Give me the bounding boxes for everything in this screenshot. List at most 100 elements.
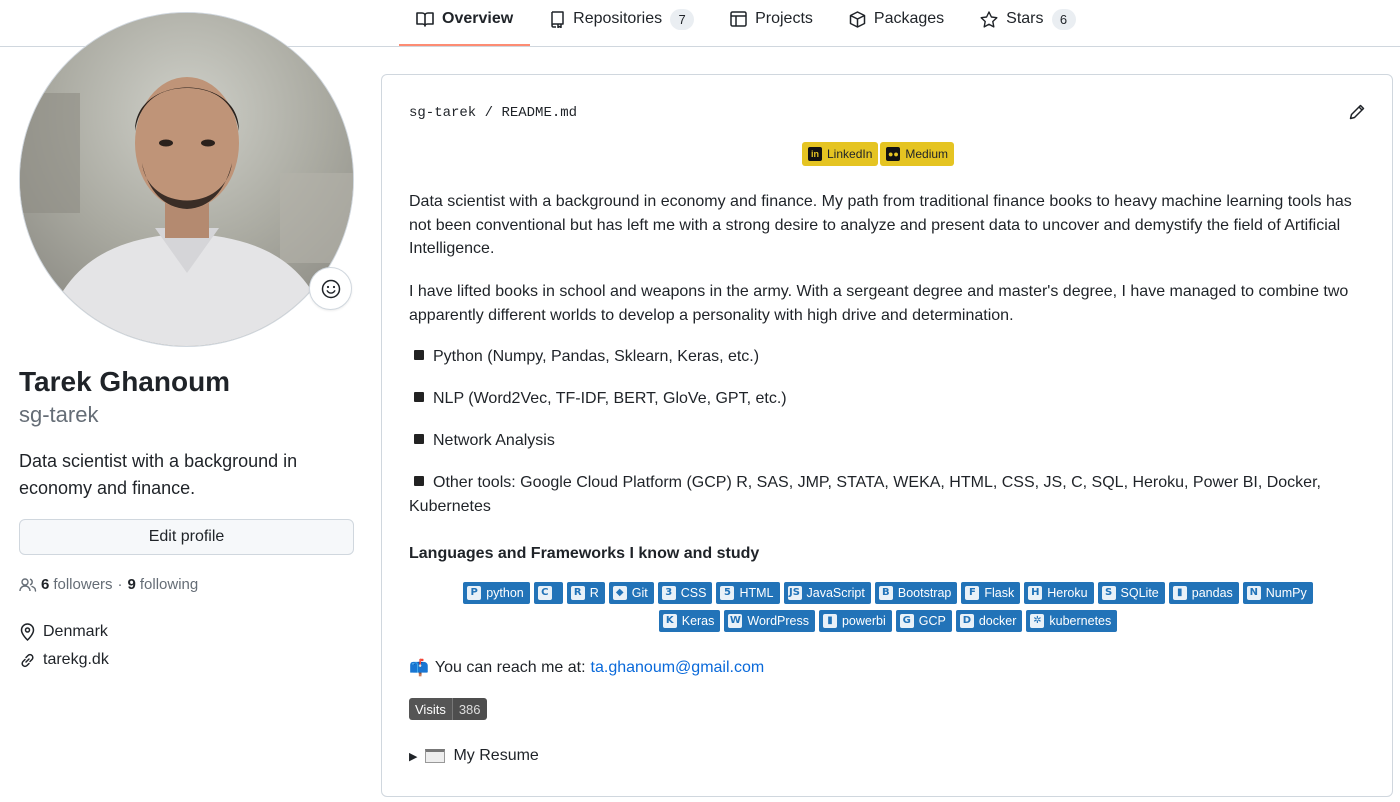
skill-text: NLP (Word2Vec, TF-IDF, BERT, GloVe, GPT,… bbox=[433, 390, 787, 407]
tech-icon: H bbox=[1028, 586, 1043, 600]
tech-badge[interactable]: Ppython bbox=[463, 582, 530, 604]
linkedin-icon: in bbox=[808, 147, 822, 161]
tab-label: Overview bbox=[442, 10, 514, 27]
profile-location: Denmark bbox=[19, 623, 108, 641]
scroll-icon bbox=[425, 749, 446, 763]
tech-badge[interactable]: 5 HTML bbox=[716, 582, 780, 604]
tech-badge[interactable]: ◆ Git bbox=[608, 582, 654, 604]
tech-badge[interactable]: ▮ pandas bbox=[1168, 582, 1239, 604]
tech-badge[interactable]: ✲ kubernetes bbox=[1026, 610, 1118, 632]
social-badges: in LinkedIn ●● Medium bbox=[802, 142, 955, 166]
separator-dot: · bbox=[117, 576, 123, 593]
website-link[interactable]: tarekg.dk bbox=[43, 651, 109, 669]
tech-label: powerbi bbox=[841, 614, 886, 628]
book-icon bbox=[416, 12, 434, 27]
link-icon bbox=[21, 653, 34, 667]
people-icon bbox=[19, 577, 37, 592]
following-label: following bbox=[139, 576, 199, 593]
tech-icon: F bbox=[965, 586, 980, 600]
tech-badge[interactable]: G GCP bbox=[895, 610, 952, 632]
star-icon bbox=[980, 10, 998, 28]
tech-label: NumPy bbox=[1265, 586, 1307, 600]
tech-badge[interactable]: N NumPy bbox=[1242, 582, 1313, 604]
tech-icon: D bbox=[959, 614, 974, 628]
tab-packages[interactable]: Packages bbox=[832, 0, 961, 38]
stars-count: 6 bbox=[1051, 8, 1076, 30]
edit-profile-button[interactable]: Edit profile bbox=[19, 519, 354, 555]
tech-label: R bbox=[589, 586, 599, 600]
tech-badge[interactable]: ▮ powerbi bbox=[818, 610, 892, 632]
tech-icon: ▮ bbox=[822, 614, 837, 628]
tech-label: docker bbox=[978, 614, 1017, 628]
tab-overview[interactable]: Overview bbox=[399, 0, 531, 46]
tech-label: pandas bbox=[1191, 586, 1233, 600]
skill-item: Network Analysis bbox=[409, 429, 1359, 453]
tech-badge[interactable]: Ddocker bbox=[955, 610, 1023, 632]
profile-bio: Data scientist with a background in econ… bbox=[19, 451, 298, 498]
tab-stars[interactable]: Stars 6 bbox=[963, 0, 1092, 38]
tab-label: Projects bbox=[755, 10, 813, 27]
readme-owner-link[interactable]: sg-tarek bbox=[409, 105, 476, 121]
tab-label: Packages bbox=[873, 10, 945, 27]
tech-label: Heroku bbox=[1047, 586, 1088, 600]
avatar[interactable] bbox=[19, 12, 354, 347]
visits-count: 386 bbox=[451, 698, 487, 720]
tech-badge[interactable]: RR bbox=[566, 582, 605, 604]
readme-intro: Data scientist with a background in econ… bbox=[409, 193, 1352, 257]
tech-badge[interactable]: W WordPress bbox=[724, 610, 815, 632]
tech-label: python bbox=[486, 586, 524, 600]
tab-label: Stars bbox=[1006, 10, 1044, 27]
tech-icon: N bbox=[1246, 586, 1261, 600]
followers-count: 6 bbox=[41, 576, 50, 593]
profile-tabs: Overview Repositories 7 Projects Package… bbox=[399, 0, 1095, 47]
readme-file-link[interactable]: README.md bbox=[501, 105, 577, 121]
medium-badge[interactable]: ●● Medium bbox=[880, 142, 955, 166]
set-status-button[interactable] bbox=[309, 267, 352, 310]
smiley-icon bbox=[321, 279, 340, 298]
tab-projects[interactable]: Projects bbox=[713, 0, 830, 38]
tech-badge[interactable]: JS JavaScript bbox=[783, 582, 871, 604]
skill-text: Python (Numpy, Pandas, Sklearn, Keras, e… bbox=[433, 348, 760, 365]
tech-badge[interactable]: B Bootstrap bbox=[874, 582, 958, 604]
email-link[interactable]: ta.ghanoum@gmail.com bbox=[591, 659, 765, 677]
following-link[interactable]: 9 following bbox=[128, 576, 199, 593]
tech-icon: JS bbox=[787, 586, 802, 600]
bullet-icon bbox=[414, 350, 424, 360]
pencil-icon bbox=[1349, 104, 1365, 120]
tech-icon: ▮ bbox=[1172, 586, 1187, 600]
repo-icon bbox=[551, 10, 564, 28]
tech-label: CSS bbox=[680, 586, 707, 600]
contact-line: 📫 You can reach me at: ta.ghanoum@gmail.… bbox=[409, 658, 764, 678]
tech-badge[interactable]: K Keras bbox=[658, 610, 721, 632]
contact-text: You can reach me at: bbox=[434, 659, 586, 676]
tech-icon: W bbox=[728, 614, 743, 628]
profile-website: tarekg.dk bbox=[19, 651, 109, 669]
tech-badge[interactable]: H Heroku bbox=[1024, 582, 1094, 604]
tech-icon: C bbox=[537, 586, 552, 600]
tech-badge[interactable]: S SQLite bbox=[1097, 582, 1165, 604]
tech-label: WordPress bbox=[747, 614, 809, 628]
tech-label: Keras bbox=[681, 614, 715, 628]
tech-icon: 5 bbox=[720, 586, 735, 600]
edit-readme-button[interactable] bbox=[1349, 103, 1366, 125]
location-icon bbox=[20, 623, 35, 641]
tech-icon: ◆ bbox=[612, 586, 627, 600]
tech-label: HTML bbox=[739, 586, 774, 600]
badge-label: LinkedIn bbox=[827, 147, 873, 161]
repositories-count: 7 bbox=[670, 8, 695, 30]
followers-link[interactable]: 6 followers bbox=[41, 576, 113, 593]
skill-text: Network Analysis bbox=[433, 432, 555, 449]
readme-card: sg-tarek / README.md in LinkedIn ●● Medium… bbox=[381, 74, 1393, 797]
linkedin-badge[interactable]: in LinkedIn bbox=[802, 142, 879, 166]
package-icon bbox=[849, 10, 866, 28]
skill-item: Other tools: Google Cloud Platform (GCP)… bbox=[409, 471, 1359, 518]
tab-repositories[interactable]: Repositories 7 bbox=[532, 0, 711, 38]
tech-badge[interactable]: F Flask bbox=[961, 582, 1021, 604]
readme-army: I have lifted books in school and weapon… bbox=[409, 283, 1349, 324]
visits-badge: Visits 386 bbox=[409, 698, 487, 720]
tech-icon: 3 bbox=[661, 586, 676, 600]
resume-toggle[interactable]: ▶ My Resume bbox=[409, 747, 539, 765]
tech-badge[interactable]: C bbox=[533, 582, 563, 604]
tech-badge[interactable]: 3 CSS bbox=[657, 582, 713, 604]
mailbox-icon: 📫 bbox=[409, 660, 429, 677]
